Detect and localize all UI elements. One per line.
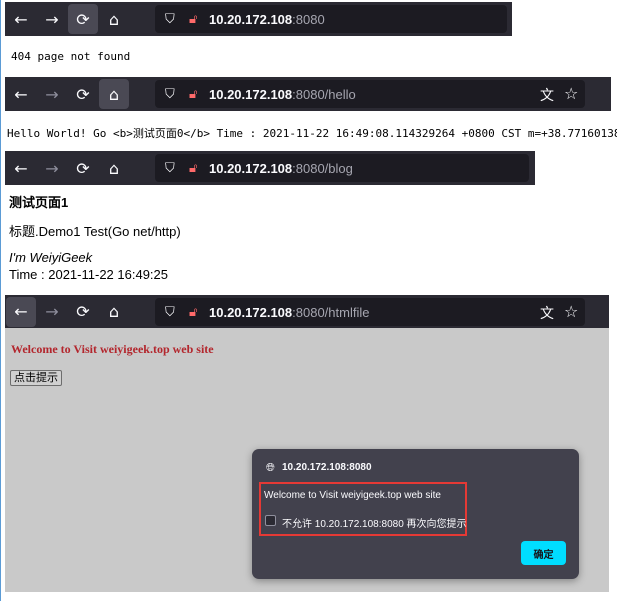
back-button[interactable]: ← [6, 296, 36, 327]
not-found-text: 404 page not found [11, 50, 131, 63]
home-button[interactable]: ⌂ [99, 153, 129, 183]
reload-button[interactable]: ⟳ [68, 4, 98, 34]
blog-author: I'm WeiyiGeek [9, 250, 93, 265]
reload-button[interactable]: ⟳ [68, 79, 98, 109]
shield-icon: ⛉ [165, 11, 175, 27]
home-button[interactable]: ⌂ [99, 4, 129, 34]
url-bar[interactable]: ⛉ 🔓︎ 10.20.172.108:8080/blog [155, 154, 529, 182]
home-button[interactable]: ⌂ [99, 79, 129, 109]
home-button[interactable]: ⌂ [99, 297, 129, 327]
shield-icon: ⛉ [165, 160, 175, 176]
bookmark-star-icon[interactable]: ☆ [564, 302, 578, 321]
browser-toolbar-3: ← → ⟳ ⌂ ⛉ 🔓︎ 10.20.172.108:8080/blog [5, 151, 535, 185]
browser-toolbar-4: ← → ⟳ ⌂ ⛉ 🔓︎ 10.20.172.108:8080/htmlfile… [5, 295, 609, 328]
reload-button[interactable]: ⟳ [68, 297, 98, 327]
reload-button[interactable]: ⟳ [68, 153, 98, 183]
forward-button[interactable]: → [37, 153, 67, 183]
url-path: :8080 [292, 11, 325, 27]
forward-button[interactable]: → [37, 297, 67, 327]
back-button[interactable]: ← [6, 4, 36, 34]
url-bar[interactable]: ⛉ 🔓︎ 10.20.172.108:8080/hello [155, 80, 585, 108]
dialog-origin: 10.20.172.108:8080 [282, 462, 372, 473]
browser-toolbar-2: ← → ⟳ ⌂ ⛉ 🔓︎ 10.20.172.108:8080/hello 文 … [5, 77, 611, 111]
alert-dialog: 🌐︎ 10.20.172.108:8080 Welcome to Visit w… [252, 449, 579, 579]
insecure-lock-icon: 🔓︎ [189, 160, 198, 176]
url-host: 10.20.172.108 [209, 304, 293, 320]
url-path: :8080/hello [292, 86, 356, 102]
url-path: :8080/blog [292, 160, 353, 176]
page-edge-line [0, 0, 1, 601]
url-host: 10.20.172.108 [209, 11, 293, 27]
insecure-lock-icon: 🔓︎ [189, 11, 198, 27]
suppress-dialogs-label[interactable]: 不允许 10.20.172.108:8080 再次向您提示 [282, 515, 467, 530]
suppress-dialogs-checkbox[interactable] [265, 515, 276, 526]
translate-icon[interactable]: 文 [540, 303, 554, 323]
bookmark-star-icon[interactable]: ☆ [564, 84, 578, 103]
browser-toolbar-1: ← → ⟳ ⌂ ⛉ 🔓︎ 10.20.172.108:8080 [5, 2, 512, 36]
shield-icon: ⛉ [165, 86, 175, 102]
forward-button[interactable]: → [37, 4, 67, 34]
shield-icon: ⛉ [165, 304, 175, 320]
globe-icon: 🌐︎ [266, 461, 275, 474]
blog-title-line: 标题.Demo1 Test(Go net/http) [9, 224, 181, 239]
show-tip-button[interactable]: 点击提示 [10, 370, 62, 386]
insecure-lock-icon: 🔓︎ [189, 304, 198, 320]
dialog-message: Welcome to Visit weiyigeek.top web site [264, 490, 441, 501]
welcome-heading: Welcome to Visit weiyigeek.top web site [11, 342, 214, 356]
blog-time: Time : 2021-11-22 16:49:25 [9, 267, 168, 282]
back-button[interactable]: ← [6, 79, 36, 109]
translate-icon[interactable]: 文 [540, 85, 554, 105]
insecure-lock-icon: 🔓︎ [189, 86, 198, 102]
forward-button[interactable]: → [37, 79, 67, 109]
blog-heading: 测试页面1 [9, 195, 69, 210]
url-path: :8080/htmlfile [292, 304, 370, 320]
url-bar[interactable]: ⛉ 🔓︎ 10.20.172.108:8080/htmlfile [155, 298, 585, 326]
url-host: 10.20.172.108 [209, 86, 293, 102]
ok-button[interactable]: 确定 [521, 541, 566, 565]
url-host: 10.20.172.108 [209, 160, 293, 176]
url-bar[interactable]: ⛉ 🔓︎ 10.20.172.108:8080 [155, 5, 507, 33]
back-button[interactable]: ← [6, 153, 36, 183]
hello-output-text: Hello World! Go <b>测试页面0</b> Time : 2021… [7, 127, 617, 140]
